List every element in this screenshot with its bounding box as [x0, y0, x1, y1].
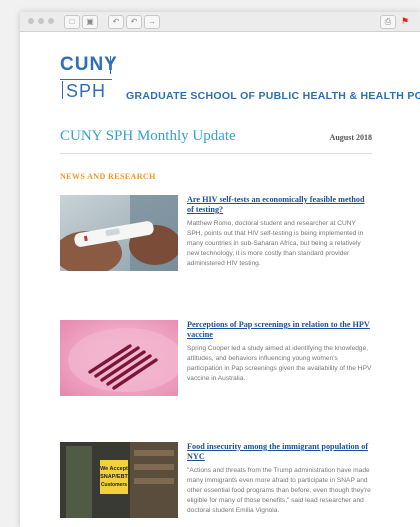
- school-name: GRADUATE SCHOOL OF PUBLIC HEALTH & HEALT…: [126, 90, 420, 102]
- store-sign-text: Customers: [101, 482, 127, 488]
- article-image-pap-screening[interactable]: [60, 320, 178, 396]
- article-image-food-insecurity[interactable]: We Accept SNAP/EBT Customers: [60, 442, 178, 518]
- article-link[interactable]: Are HIV self-tests an economically feasi…: [187, 195, 372, 215]
- logo-sph-text: SPH: [66, 81, 107, 101]
- store-sign-text: SNAP/EBT: [100, 474, 128, 480]
- email-toolbar: □ ▣ ↶ ↶ → ⎙ ⚑: [20, 12, 420, 32]
- article-image-hiv-self-test[interactable]: [60, 195, 178, 271]
- window-minimize-dot[interactable]: [38, 18, 44, 24]
- forward-icon[interactable]: →: [144, 15, 160, 29]
- article-summary: Spring Cooper led a study aimed at ident…: [187, 345, 372, 382]
- store-sign-text: We Accept: [100, 466, 128, 472]
- archive-icon[interactable]: ▣: [82, 15, 98, 29]
- email-window: □ ▣ ↶ ↶ → ⎙ ⚑ CUNY SPH GRADUATE SCHOOL O…: [20, 12, 420, 527]
- newsletter-title: CUNY SPH Monthly Update: [60, 128, 236, 144]
- header-divider: [60, 153, 372, 154]
- section-heading: NEWS AND RESEARCH: [60, 172, 156, 181]
- cuny-sph-logo: CUNY SPH: [60, 54, 120, 106]
- flag-icon[interactable]: ⚑: [398, 15, 412, 27]
- logo-rule: [62, 81, 63, 99]
- newsletter-date: August 2018: [329, 133, 372, 142]
- article-summary: "Actions and threats from the Trump admi…: [187, 467, 371, 514]
- article-summary: Matthew Romo, doctoral student and resea…: [187, 220, 364, 267]
- reply-icon[interactable]: ↶: [108, 15, 124, 29]
- print-icon[interactable]: ⎙: [380, 15, 396, 29]
- logo-rule: [110, 56, 111, 74]
- trash-icon[interactable]: □: [64, 15, 80, 29]
- email-body: CUNY SPH GRADUATE SCHOOL OF PUBLIC HEALT…: [20, 32, 420, 527]
- article-link[interactable]: Food insecurity among the immigrant popu…: [187, 442, 372, 462]
- window-zoom-dot[interactable]: [48, 18, 54, 24]
- article-link[interactable]: Perceptions of Pap screenings in relatio…: [187, 320, 372, 340]
- reply-all-icon[interactable]: ↶: [126, 15, 142, 29]
- window-close-dot[interactable]: [28, 18, 34, 24]
